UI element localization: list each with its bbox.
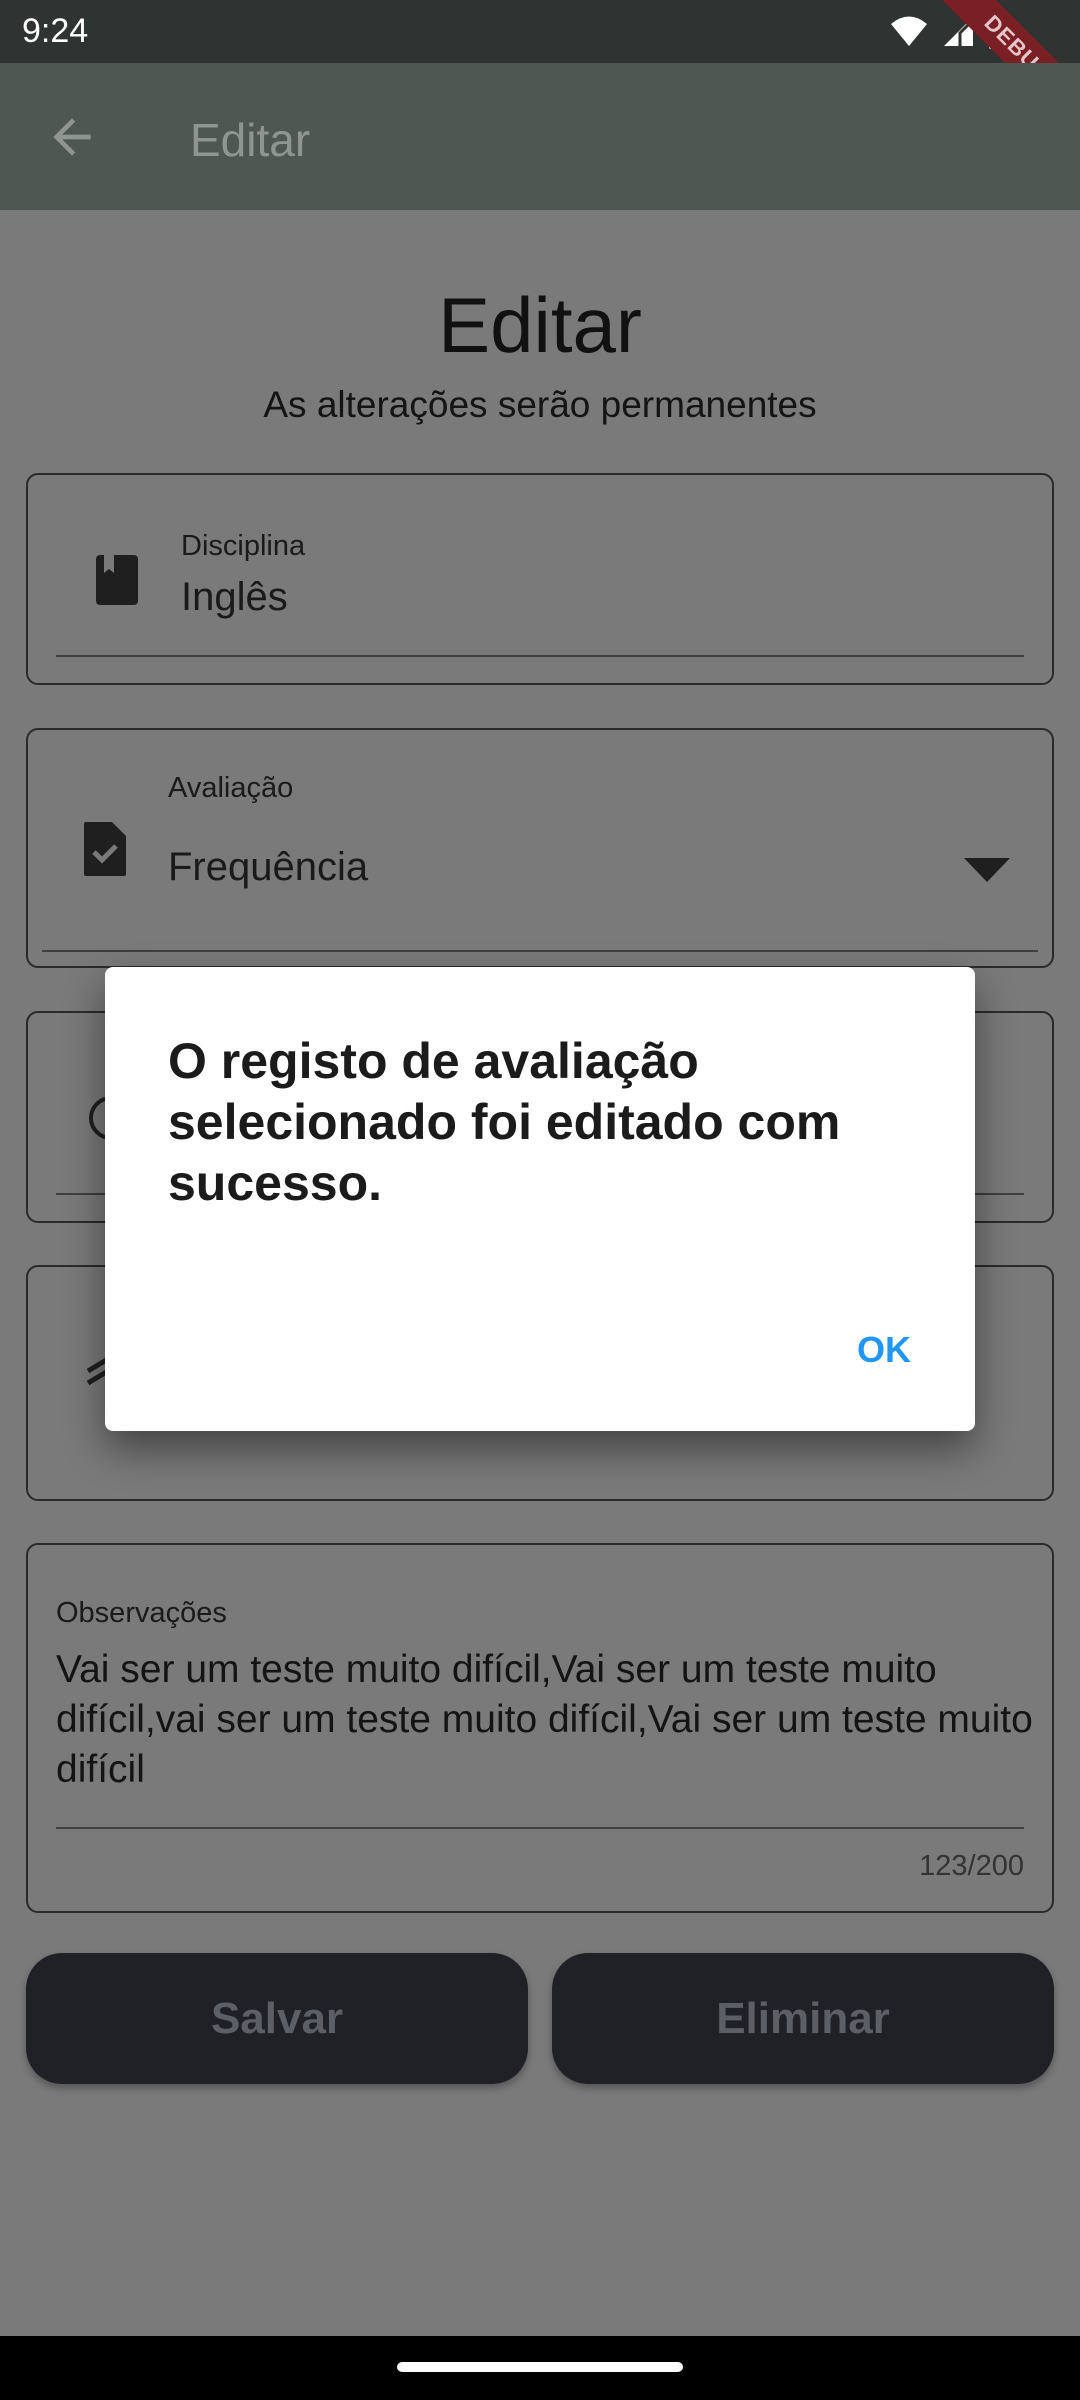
disciplina-label: Disciplina [181, 530, 306, 562]
save-button[interactable]: Salvar [26, 1953, 528, 2084]
file-check-icon [84, 822, 126, 876]
home-gesture-handle[interactable] [397, 2362, 683, 2372]
disciplina-value: Inglês [181, 575, 288, 619]
disciplina-underline [56, 655, 1024, 657]
page-subtitle: As alterações serão permanentes [263, 384, 817, 425]
observacoes-label: Observações [56, 1597, 227, 1629]
chevron-down-icon [964, 858, 1010, 882]
app-bar: Editar [0, 63, 1080, 210]
avaliacao-value: Frequência [168, 845, 369, 889]
observacoes-underline [56, 1827, 1024, 1829]
avaliacao-label: Avaliação [168, 772, 294, 804]
app-bar-title: Editar [190, 114, 311, 166]
delete-button[interactable]: Eliminar [552, 1953, 1054, 2084]
status-bar: 9:24 DEBUG [0, 0, 1080, 148]
observacoes-text: Vai ser um teste muito difícil,Vai ser u… [56, 1648, 1033, 1791]
avaliacao-underline [42, 950, 1038, 952]
status-time: 9:24 [22, 12, 89, 50]
arrow-left-icon[interactable] [44, 109, 100, 165]
avaliacao-dropdown[interactable]: Avaliação Frequência [26, 728, 1054, 968]
observacoes-field[interactable]: Observações Vai ser um teste muito difíc… [26, 1543, 1054, 1913]
book-icon [96, 555, 138, 605]
page-title: Editar [438, 281, 642, 369]
ok-button[interactable]: OK [853, 1319, 915, 1381]
wifi-icon [891, 16, 927, 46]
dialog-message: O registo de avaliação selecionado foi e… [168, 1033, 841, 1211]
character-counter: 123/200 [919, 1850, 1024, 1882]
disciplina-field[interactable]: Disciplina Inglês [26, 473, 1054, 685]
navigation-bar [0, 2336, 1080, 2400]
success-dialog: O registo de avaliação selecionado foi e… [105, 967, 975, 1431]
